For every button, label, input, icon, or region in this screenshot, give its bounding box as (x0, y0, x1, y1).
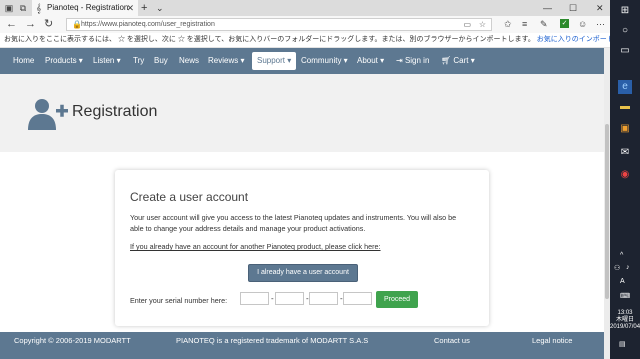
edge-browser-icon[interactable]: e (618, 80, 632, 94)
file-explorer-icon[interactable]: ▬ (618, 100, 632, 114)
card-title: Create a user account (130, 190, 249, 204)
store-icon[interactable]: ▣ (618, 122, 632, 136)
registration-header: Registration (0, 74, 604, 152)
sign-in-label: Sign in (404, 56, 430, 65)
copyright-text: Copyright © 2006-2019 MODARTT (14, 336, 131, 345)
taskbar-clock[interactable]: 13:03 木曜日 2019/07/04 (610, 310, 640, 331)
nav-reviews[interactable]: Reviews ▾ (208, 48, 244, 74)
back-icon[interactable]: ← (6, 18, 17, 31)
legal-notice-link[interactable]: Legal notice (532, 332, 572, 349)
serial-separator: - (271, 294, 274, 303)
serial-field-4[interactable] (343, 292, 372, 305)
chrome-icon[interactable]: ◉ (618, 168, 632, 182)
site-footer: Copyright © 2006-2019 MODARTT PIANOTEQ i… (0, 332, 604, 359)
notifications-icon[interactable]: ▤ (619, 340, 626, 348)
cart-icon: 🛒︎ (441, 56, 454, 65)
nav-home[interactable]: Home (13, 48, 34, 74)
volume-icon[interactable]: ♪ (626, 264, 630, 271)
more-icon[interactable]: ⋯ (596, 18, 605, 31)
address-bar-row: ← → ↻ 🔒 https://www.pianoteq.com/user_re… (0, 16, 610, 33)
windows-start-icon[interactable]: ⊞ (618, 4, 632, 18)
nav-news[interactable]: News (179, 48, 199, 74)
back-tabs-icon[interactable]: ⧉ (17, 2, 29, 14)
tab-list-icon[interactable]: ⌄ (156, 2, 164, 14)
tab-title: Pianoteq - Registration (47, 3, 129, 12)
create-account-card: Create a user account Your user account … (115, 170, 489, 326)
clock-day: 木曜日 (615, 317, 634, 323)
cart-label: Cart ▾ (453, 56, 475, 65)
trademark-text: PIANOTEQ is a registered trademark of MO… (176, 336, 369, 345)
card-description: Your user account will give you access t… (130, 213, 457, 233)
url-text: https://www.pianoteq.com/user_registrati… (81, 21, 215, 28)
extension-icon[interactable]: ✓ (560, 19, 569, 28)
sign-in-icon: ⇥ (396, 56, 405, 65)
import-favorites-link[interactable]: お気に入りのインポート (537, 36, 614, 43)
have-account-button[interactable]: I already have a user account (248, 264, 358, 282)
add-user-icon (28, 99, 68, 130)
new-tab-icon[interactable]: + (141, 2, 147, 14)
share-icon[interactable]: ✎ (540, 18, 548, 31)
maximize-icon[interactable]: ☐ (569, 2, 577, 14)
forward-icon[interactable]: → (25, 18, 36, 31)
clock-time: 13:03 (617, 310, 633, 316)
nav-listen[interactable]: Listen ▾ (93, 48, 121, 74)
favorites-info-bar: お気に入りをここに表示するには、 ☆ を選択し、次に ☆ を選択して、お気に入り… (0, 33, 614, 48)
url-field[interactable]: 🔒 https://www.pianoteq.com/user_registra… (66, 18, 492, 31)
nav-cart[interactable]: 🛒︎ Cart ▾ (441, 48, 475, 74)
close-window-icon[interactable]: ✕ (596, 2, 604, 14)
keyboard-icon[interactable]: ⌨ (620, 292, 630, 300)
site-nav: Home Products ▾ Listen ▾ Try Buy News Re… (0, 48, 604, 74)
scrollbar-thumb[interactable] (605, 124, 609, 299)
browser-tab[interactable]: 𝄞 Pianoteq - Registration ✕ (32, 0, 138, 16)
favorites-bar-text: お気に入りをここに表示するには、 ☆ を選択し、次に ☆ を選択して、お気に入り… (4, 36, 535, 43)
clock-date: 2019/07/04 (610, 324, 640, 330)
contact-link[interactable]: Contact us (434, 332, 470, 349)
nav-sign-in[interactable]: ⇥ Sign in (396, 48, 429, 74)
reading-view-icon[interactable]: ▭ (463, 19, 471, 31)
nav-try[interactable]: Try (133, 48, 144, 74)
mail-icon[interactable]: ✉ (618, 146, 632, 160)
nav-about[interactable]: About ▾ (357, 48, 384, 74)
serial-field-2[interactable] (275, 292, 304, 305)
page-title: Registration (72, 103, 158, 120)
serial-field-1[interactable] (240, 292, 269, 305)
pianoteq-favicon-icon: 𝄞 (36, 3, 42, 13)
ime-mode-icon[interactable]: A (620, 278, 625, 285)
favorites-icon[interactable]: ✩ (504, 18, 512, 31)
tab-actions-icon[interactable]: ▣ (3, 2, 15, 14)
show-hidden-icons-icon[interactable]: ^ (620, 252, 623, 259)
refresh-icon[interactable]: ↻ (44, 18, 53, 31)
search-icon[interactable]: ○ (618, 24, 632, 38)
profile-icon[interactable]: ☺ (578, 18, 587, 31)
existing-account-link[interactable]: If you already have an account for anoth… (130, 242, 381, 252)
browser-tab-strip: ▣ ⧉ 𝄞 Pianoteq - Registration ✕ + ⌄ — ☐ … (0, 0, 610, 16)
nav-products[interactable]: Products ▾ (45, 48, 83, 74)
windows-taskbar: ⊞ ○ ▭ e ▬ ▣ ✉ ◉ ^ ⚇ ♪ A ⌨ 13:03 木曜日 2019… (610, 0, 640, 359)
serial-label: Enter your serial number here: (130, 296, 228, 305)
tab-close-icon[interactable]: ✕ (126, 2, 134, 14)
minimize-icon[interactable]: — (543, 2, 552, 14)
task-view-icon[interactable]: ▭ (618, 44, 632, 58)
page-content: Registration Create a user account Your … (0, 74, 604, 359)
network-icon[interactable]: ⚇ (614, 264, 620, 272)
serial-field-3[interactable] (309, 292, 338, 305)
proceed-button[interactable]: Proceed (376, 291, 418, 308)
nav-buy[interactable]: Buy (154, 48, 168, 74)
reading-list-icon[interactable]: ≡ (522, 18, 527, 31)
nav-community[interactable]: Community ▾ (301, 48, 348, 74)
nav-support[interactable]: Support ▾ (252, 52, 297, 70)
favorite-star-icon[interactable]: ☆ (479, 19, 486, 31)
